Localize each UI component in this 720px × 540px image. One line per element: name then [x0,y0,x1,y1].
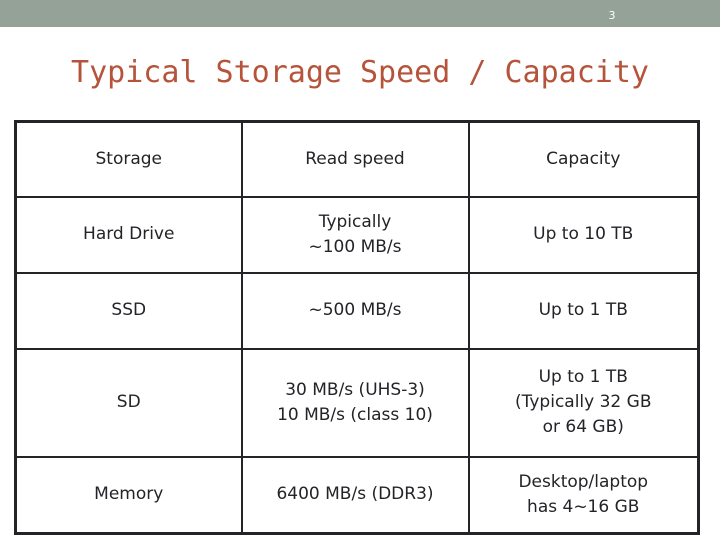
cell-storage: Hard Drive [14,195,243,274]
cell-capacity: Up to 10 TB [467,195,700,274]
cell-read-speed-line: 10 MB/s (class 10) [277,404,433,425]
table-header-row: Storage Read speed Capacity [14,120,700,198]
column-header-capacity: Capacity [467,120,700,198]
cell-capacity-line: Up to 1 TB [538,300,628,320]
column-header-storage: Storage [14,120,243,198]
table-row: Hard Drive Typically ~100 MB/s Up to 10 … [14,195,700,274]
cell-read-speed: 30 MB/s (UHS-3) 10 MB/s (class 10) [240,347,470,458]
cell-storage: SD [14,347,243,458]
table-row: Memory 6400 MB/s (DDR3) Desktop/laptop h… [14,455,700,535]
cell-capacity-line: Up to 10 TB [533,224,634,244]
column-header-storage-label: Storage [95,149,162,170]
cell-storage: SSD [14,271,243,350]
page-number: 3 [608,9,616,22]
column-header-capacity-label: Capacity [546,149,621,170]
page-title: Typical Storage Speed / Capacity [71,55,649,90]
cell-capacity: Desktop/laptop has 4~16 GB [467,455,700,535]
cell-capacity-line: Desktop/laptop [518,471,649,492]
cell-read-speed-line: ~100 MB/s [308,236,402,257]
cell-capacity-line: Up to 1 TB [538,367,628,387]
table-row: SSD ~500 MB/s Up to 1 TB [14,271,700,350]
cell-capacity: Up to 1 TB [467,271,700,350]
cell-capacity-line: or 64 GB) [542,417,624,437]
cell-storage-label: SD [116,392,141,412]
cell-read-speed: 6400 MB/s (DDR3) [240,455,470,535]
cell-read-speed: Typically ~100 MB/s [240,195,470,274]
cell-storage-label: SSD [111,300,147,320]
column-header-read-speed-label: Read speed [305,149,405,170]
cell-read-speed-line: 6400 MB/s (DDR3) [276,484,434,505]
cell-read-speed-line: Typically [318,211,392,232]
table-row: SD 30 MB/s (UHS-3) 10 MB/s (class 10) Up… [14,347,700,458]
slide-top-banner: 3 [0,0,720,27]
cell-read-speed-line: 30 MB/s (UHS-3) [285,379,425,400]
cell-read-speed: ~500 MB/s [240,271,470,350]
cell-capacity-line: has 4~16 GB [527,496,640,517]
cell-read-speed-line: ~500 MB/s [308,300,402,320]
cell-capacity-line: (Typically 32 GB [515,392,652,412]
storage-comparison-table: Storage Read speed Capacity Hard Drive T… [14,120,700,535]
cell-capacity: Up to 1 TB (Typically 32 GB or 64 GB) [467,347,700,458]
cell-storage: Memory [14,455,243,535]
cell-storage-label: Memory [94,484,164,505]
cell-storage-label: Hard Drive [83,224,175,244]
column-header-read-speed: Read speed [240,120,470,198]
